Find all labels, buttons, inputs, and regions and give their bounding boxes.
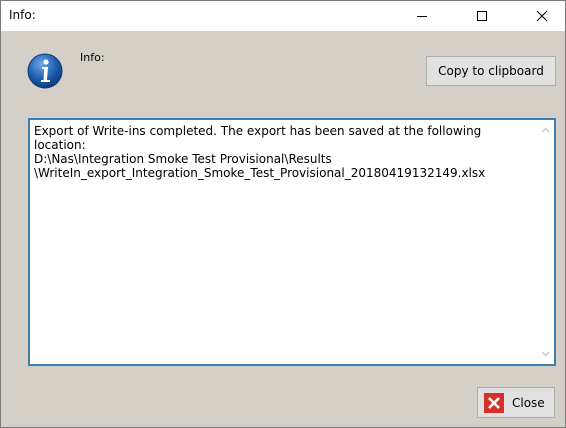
message-text: Export of Write-ins completed. The expor… [34, 124, 486, 180]
copy-to-clipboard-button[interactable]: Copy to clipboard [426, 56, 556, 86]
close-icon [536, 10, 548, 22]
message-textarea[interactable]: Export of Write-ins completed. The expor… [28, 118, 556, 366]
info-header-label: Info: [80, 51, 105, 64]
maximize-button[interactable] [459, 1, 505, 31]
maximize-icon [477, 11, 487, 21]
window-close-button[interactable] [519, 1, 565, 31]
close-x-icon [484, 392, 504, 413]
info-icon [27, 53, 63, 89]
close-button-label: Close [512, 395, 545, 410]
vertical-scrollbar[interactable] [537, 120, 554, 364]
scroll-down-icon[interactable] [541, 349, 550, 358]
scroll-up-icon[interactable] [541, 126, 550, 135]
minimize-button[interactable] [399, 1, 445, 31]
info-dialog: Info: Info: Copy to clipboard Export of … [0, 0, 566, 428]
minimize-icon [417, 15, 427, 17]
title-bar[interactable]: Info: [1, 1, 565, 31]
close-button[interactable]: Close [477, 387, 555, 418]
window-title: Info: [9, 8, 36, 22]
